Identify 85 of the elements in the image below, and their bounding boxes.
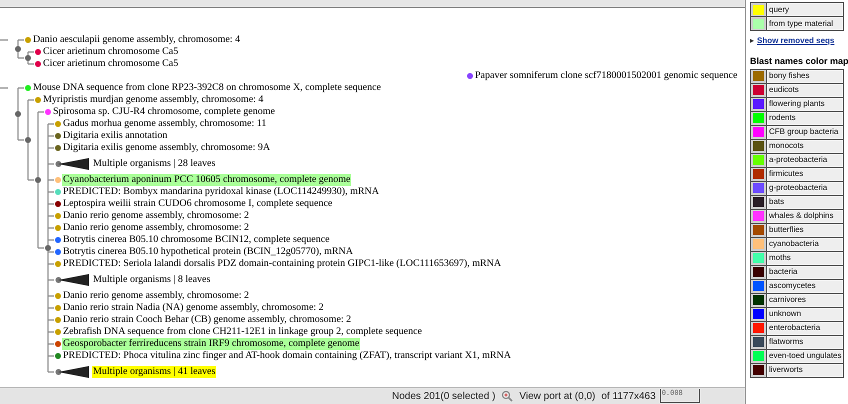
legend-label: liverworts — [768, 364, 803, 376]
leaf-node-icon[interactable] — [25, 85, 31, 91]
legend-label: monocots — [768, 140, 804, 152]
legend-label: bony fishes — [768, 70, 810, 82]
legend-label: a-proteobacteria — [768, 154, 828, 166]
size-text: of 1177x463 — [601, 390, 656, 404]
leaf-label[interactable]: Mouse DNA sequence from clone RP23-392C8 on chromosome X, complete sequence — [32, 82, 382, 94]
leaf-label[interactable]: Danio rerio genome assembly, chromosome: 2 — [62, 210, 250, 222]
leaf-node-icon[interactable] — [467, 73, 473, 79]
leaf-label[interactable]: Botrytis cinerea B05.10 chromosome BCIN12, complete sequence — [62, 234, 331, 246]
leaf-node-icon[interactable] — [35, 61, 41, 67]
legend-label: butterflies — [768, 224, 804, 236]
legend-label: whales & dolphins — [768, 210, 834, 222]
leaf-node-icon[interactable] — [55, 317, 61, 323]
leaf-label[interactable]: Botrytis cinerea B05.10 hypothetical protein (BCIN_12g05770), mRNA — [62, 246, 354, 258]
leaf-label[interactable]: PREDICTED: Seriola lalandi dorsalis PDZ domain-containing protein GIPC1-like (LOC111653697), mRNA — [62, 258, 502, 270]
leaf-node-icon[interactable] — [35, 49, 41, 55]
legend-label: enterobacteria — [768, 322, 820, 334]
leaf-label[interactable]: Myripristis murdjan genome assembly, chromosome: 4 — [42, 94, 264, 106]
legend-label: ascomycetes — [768, 280, 816, 292]
leaf-node-icon[interactable] — [55, 201, 61, 207]
leaf-label[interactable]: Spirosoma sp. CJU-R4 chromosome, complete genome — [52, 106, 276, 118]
leaf-node-icon[interactable] — [55, 249, 61, 255]
expand-arrow[interactable]: ▸ — [750, 35, 754, 47]
legend-label: bacteria — [768, 266, 798, 278]
collapsed-clade-label[interactable]: Multiple organisms | 41 leaves — [92, 366, 216, 378]
collapsed-clade-label[interactable]: Multiple organisms | 28 leaves — [92, 158, 216, 170]
leaf-node-icon[interactable] — [45, 109, 51, 115]
leaf-node-icon[interactable] — [55, 189, 61, 195]
legend-label: eudicots — [768, 84, 799, 96]
leaf-node-icon[interactable] — [55, 329, 61, 335]
legend-label: even-toed ungulates — [768, 350, 842, 362]
collapsed-clade-icon[interactable] — [55, 273, 91, 287]
legend-label: flowering plants — [768, 98, 825, 110]
leaf-label[interactable]: Cyanobacterium aponinum PCC 10605 chromosome, complete genome — [62, 174, 352, 186]
legend-label: rodents — [768, 112, 796, 124]
legend-label: flatworms — [768, 336, 804, 348]
leaf-label[interactable]: Danio rerio genome assembly, chromosome: 2 — [62, 290, 250, 302]
leaf-node-icon[interactable] — [55, 177, 61, 183]
leaf-node-icon[interactable] — [55, 305, 61, 311]
legend-label: moths — [768, 252, 791, 264]
leaf-node-icon[interactable] — [55, 213, 61, 219]
legend-label: unknown — [768, 308, 802, 320]
collapsed-clade-label[interactable]: Multiple organisms | 8 leaves — [92, 274, 212, 286]
leaf-node-icon[interactable] — [55, 225, 61, 231]
leaf-label[interactable]: Geosporobacter ferrireducens strain IRF9 chromosome, complete genome — [62, 338, 360, 350]
leaf-label[interactable]: Cicer arietinum chromosome Ca5 — [42, 46, 180, 58]
collapsed-clade-icon[interactable] — [55, 157, 91, 171]
legend-label: query — [768, 4, 790, 16]
leaf-node-icon[interactable] — [55, 341, 61, 347]
leaf-label[interactable]: PREDICTED: Phoca vitulina zinc finger and AT-hook domain containing (ZFAT), transcript variant X1, mRNA — [62, 350, 512, 362]
leaf-label[interactable]: Digitaria exilis genome assembly, chromosome: 9A — [62, 142, 272, 154]
leaf-node-icon[interactable] — [55, 261, 61, 267]
leaf-node-icon[interactable] — [25, 37, 31, 43]
viewport-text: View port at (0,0) — [519, 390, 596, 404]
node-count: Nodes 201(0 selected ) — [392, 390, 496, 404]
leaf-node-icon[interactable] — [55, 121, 61, 127]
leaf-label[interactable]: Papaver somniferum clone scf7180001502001 genomic sequence — [474, 70, 738, 82]
legend-label: cyanobacteria — [768, 238, 819, 250]
leaf-node-icon[interactable] — [55, 133, 61, 139]
collapsed-clade-icon[interactable] — [55, 365, 91, 379]
legend-label: bats — [768, 196, 784, 208]
leaf-node-icon[interactable] — [55, 353, 61, 359]
zoom-icon[interactable] — [501, 390, 514, 402]
leaf-label[interactable]: Leptospira weilii strain CUDO6 chromosome I, complete sequence — [62, 198, 334, 210]
legend-label: firmicutes — [768, 168, 804, 180]
leaf-label[interactable]: Cicer arietinum chromosome Ca5 — [42, 58, 180, 70]
show-removed-link[interactable]: Show removed seqs — [757, 35, 834, 47]
leaf-label[interactable]: Zebrafish DNA sequence from clone CH211-12E1 in linkage group 2, complete sequence — [62, 326, 423, 338]
leaf-label[interactable]: Danio rerio strain Cooch Behar (CB) genome assembly, chromosome: 2 — [62, 314, 352, 326]
legend-label: CFB group bacteria — [768, 126, 838, 138]
leaf-label[interactable]: Digitaria exilis annotation — [62, 130, 168, 142]
leaf-node-icon[interactable] — [55, 145, 61, 151]
leaf-node-icon[interactable] — [55, 293, 61, 299]
leaf-node-icon[interactable] — [35, 97, 41, 103]
leaf-label[interactable]: Danio rerio strain Nadia (NA) genome assembly, chromosome: 2 — [62, 302, 325, 314]
legend-label: from type material — [768, 18, 834, 30]
leaf-label[interactable]: PREDICTED: Bombyx mandarina pyridoxal kinase (LOC114249930), mRNA — [62, 186, 380, 198]
leaf-label[interactable]: Danio rerio genome assembly, chromosome: 2 — [62, 222, 250, 234]
legend-label: carnivores — [768, 294, 806, 306]
leaf-label[interactable]: Danio aesculapii genome assembly, chromosome: 4 — [32, 34, 242, 46]
legend-label: g-proteobacteria — [768, 182, 828, 194]
color-map-title: Blast names color map — [750, 55, 848, 68]
leaf-node-icon[interactable] — [55, 237, 61, 243]
leaf-label[interactable]: Gadus morhua genome assembly, chromosome: 11 — [62, 118, 268, 130]
